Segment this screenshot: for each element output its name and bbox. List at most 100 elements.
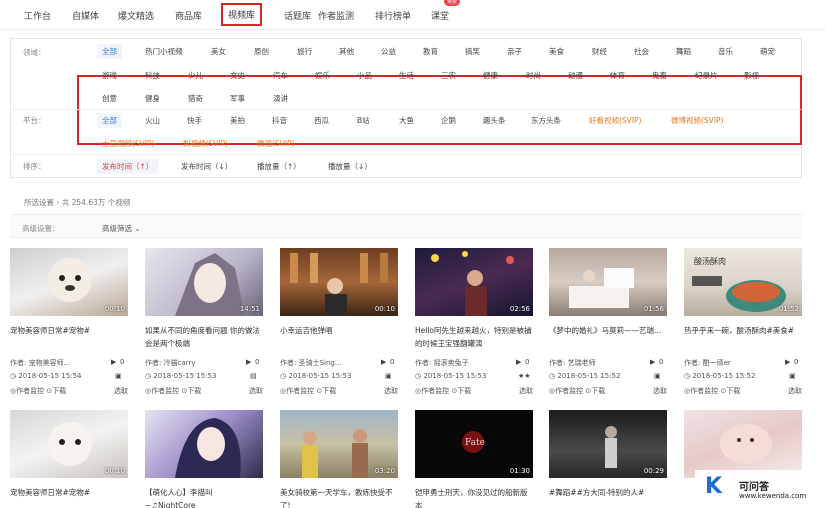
video-title[interactable]: 宠物美容师日常#宠物#: [10, 324, 128, 337]
video-thumbnail[interactable]: 00:10: [280, 248, 398, 316]
video-title[interactable]: 热乎乎来一碗，酸汤酥肉#美食#: [684, 324, 802, 337]
select-button[interactable]: 选取: [519, 386, 533, 396]
video-thumbnail[interactable]: 00:10: [10, 410, 128, 478]
tab-video-library[interactable]: 视频库: [221, 3, 263, 26]
platform-item[interactable]: 火山: [145, 115, 160, 126]
video-card[interactable]: 00:10 宠物美容师日常#宠物#: [10, 410, 128, 508]
domain-item[interactable]: 军事: [230, 93, 245, 104]
video-card[interactable]: 酸汤酥肉 01:52 热乎乎来一碗，酸汤酥肉#美食# 作者: 酣一顽er ▶ 0 …: [684, 248, 802, 403]
video-card[interactable]: 00:10 小幸运吉他弹唱 作者: 圣骑士Sing... ▶ 0 ◷ 2018-0…: [280, 248, 398, 403]
tab-rankings[interactable]: 排行榜单: [375, 9, 411, 22]
domain-item[interactable]: 原创: [254, 46, 269, 57]
platform-item[interactable]: 土豆视频(SVIP): [102, 138, 154, 149]
sort-item[interactable]: 播放量（↓）: [328, 161, 372, 172]
domain-item[interactable]: 教育: [423, 46, 438, 57]
domain-item[interactable]: 演讲: [273, 93, 288, 104]
domain-item[interactable]: 音乐: [718, 46, 733, 57]
platform-item[interactable]: 梨视频(SVIP): [183, 138, 228, 149]
video-thumbnail[interactable]: 酸汤酥肉 01:52: [684, 248, 802, 316]
domain-item[interactable]: 公益: [381, 46, 396, 57]
platform-item[interactable]: B站: [357, 115, 370, 126]
domain-item[interactable]: 影视: [744, 70, 759, 81]
platform-item[interactable]: 快手: [187, 115, 202, 126]
domain-item[interactable]: 创意: [102, 93, 117, 104]
video-title[interactable]: 如果从不同的角度看问题 你的做法会是两个极端: [145, 324, 263, 350]
tab-author-monitor[interactable]: 作者监测: [318, 9, 354, 22]
select-button[interactable]: 选取: [384, 386, 398, 396]
video-title[interactable]: 铠甲勇士刑天，你没见过的船新版本: [415, 486, 533, 508]
domain-item[interactable]: 时尚: [526, 70, 541, 81]
domain-item[interactable]: 其他: [339, 46, 354, 57]
author-monitor-button[interactable]: ◎作者监控: [280, 387, 314, 395]
tab-hot-articles[interactable]: 爆文精选: [118, 9, 154, 22]
video-thumbnail[interactable]: [145, 410, 263, 478]
video-card[interactable]: 00:29 #舞蹈##方大同-特别的人#: [549, 410, 667, 508]
platform-item[interactable]: 东方头条: [531, 115, 561, 126]
platform-item[interactable]: 全部: [97, 113, 122, 128]
video-thumbnail[interactable]: [684, 410, 802, 478]
author-monitor-button[interactable]: ◎作者监控: [145, 387, 179, 395]
tab-products[interactable]: 商品库: [175, 9, 202, 22]
video-card[interactable]: Fate 01:30 铠甲勇士刑天，你没见过的船新版本: [415, 410, 533, 508]
domain-item[interactable]: 美女: [211, 46, 226, 57]
sort-item[interactable]: 发布时间（↑）: [97, 159, 159, 174]
sort-item[interactable]: 发布时间（↓）: [181, 161, 232, 172]
download-button[interactable]: ⊙下载: [451, 387, 471, 395]
video-card[interactable]: 03:20 美女骑校第一天学车，教练快受不了!: [280, 410, 398, 508]
video-title[interactable]: 小幸运吉他弹唱: [280, 324, 398, 337]
platform-item[interactable]: 大鱼: [399, 115, 414, 126]
platform-item[interactable]: 西瓜: [314, 115, 329, 126]
select-button[interactable]: 选取: [653, 386, 667, 396]
author-monitor-button[interactable]: ◎作者监控: [415, 387, 449, 395]
video-title[interactable]: 美女骑校第一天学车，教练快受不了!: [280, 486, 398, 508]
domain-item[interactable]: 科技: [145, 70, 160, 81]
video-title[interactable]: 【萌化人心】李描叫 ~♫NightCore: [145, 486, 263, 508]
video-card[interactable]: 14:51 如果从不同的角度看问题 你的做法会是两个极端 作者: 冷猫carry…: [145, 248, 263, 403]
select-button[interactable]: 选取: [114, 386, 128, 396]
download-button[interactable]: ⊙下载: [46, 387, 66, 395]
download-button[interactable]: ⊙下载: [181, 387, 201, 395]
tab-topics[interactable]: 话题库: [284, 9, 311, 22]
video-title[interactable]: Hello阿先生越来越火，特别是被捕的时候王宝强翻罐演: [415, 324, 533, 350]
download-button[interactable]: ⊙下载: [316, 387, 336, 395]
platform-item[interactable]: 微视(SVIP): [257, 138, 294, 149]
download-button[interactable]: ⊙下载: [720, 387, 740, 395]
platform-item[interactable]: 美拍: [230, 115, 245, 126]
domain-item[interactable]: 全部: [97, 44, 122, 59]
video-title[interactable]: 《梦中的婚礼》马莫莉——艺瑞...: [549, 324, 667, 337]
domain-item[interactable]: 社会: [634, 46, 649, 57]
domain-item[interactable]: 猎奇: [188, 93, 203, 104]
domain-item[interactable]: 鬼畜: [652, 70, 667, 81]
domain-item[interactable]: 美食: [549, 46, 564, 57]
domain-item[interactable]: 健身: [145, 93, 160, 104]
domain-item[interactable]: 小品: [357, 70, 372, 81]
video-card[interactable]: 02:56 Hello阿先生越来越火，特别是被捕的时候王宝强翻罐演 作者: 摇滚…: [415, 248, 533, 403]
platform-item[interactable]: 微博视频(SVIP): [671, 115, 723, 126]
video-thumbnail[interactable]: 03:20: [280, 410, 398, 478]
domain-item[interactable]: 游戏: [102, 70, 117, 81]
domain-item[interactable]: 文史: [230, 70, 245, 81]
domain-item[interactable]: 搞笑: [465, 46, 480, 57]
domain-item[interactable]: 动漫: [568, 70, 583, 81]
advanced-filter-dropdown[interactable]: 高级筛选 ⌄: [102, 223, 141, 234]
select-button[interactable]: 选取: [788, 386, 802, 396]
domain-item[interactable]: 热门小视频: [145, 46, 183, 57]
platform-item[interactable]: 好看视频(SVIP): [589, 115, 641, 126]
platform-item[interactable]: 抖音: [272, 115, 287, 126]
tab-media[interactable]: 自媒体: [72, 9, 99, 22]
video-thumbnail[interactable]: 01:56: [549, 248, 667, 316]
domain-item[interactable]: 纪录片: [695, 70, 718, 81]
video-title[interactable]: #舞蹈##方大同-特别的人#: [549, 486, 667, 499]
video-thumbnail[interactable]: 00:29: [549, 410, 667, 478]
tab-workbench[interactable]: 工作台: [24, 9, 51, 22]
author-monitor-button[interactable]: ◎作者监控: [549, 387, 583, 395]
video-title[interactable]: 宠物美容师日常#宠物#: [10, 486, 128, 499]
video-thumbnail[interactable]: 02:56: [415, 248, 533, 316]
video-thumbnail[interactable]: 14:51: [145, 248, 263, 316]
domain-item[interactable]: 财经: [592, 46, 607, 57]
domain-item[interactable]: 三农: [441, 70, 456, 81]
download-button[interactable]: ⊙下载: [585, 387, 605, 395]
domain-item[interactable]: 旅行: [297, 46, 312, 57]
domain-item[interactable]: 生活: [399, 70, 414, 81]
domain-item[interactable]: 萌宠: [760, 46, 775, 57]
